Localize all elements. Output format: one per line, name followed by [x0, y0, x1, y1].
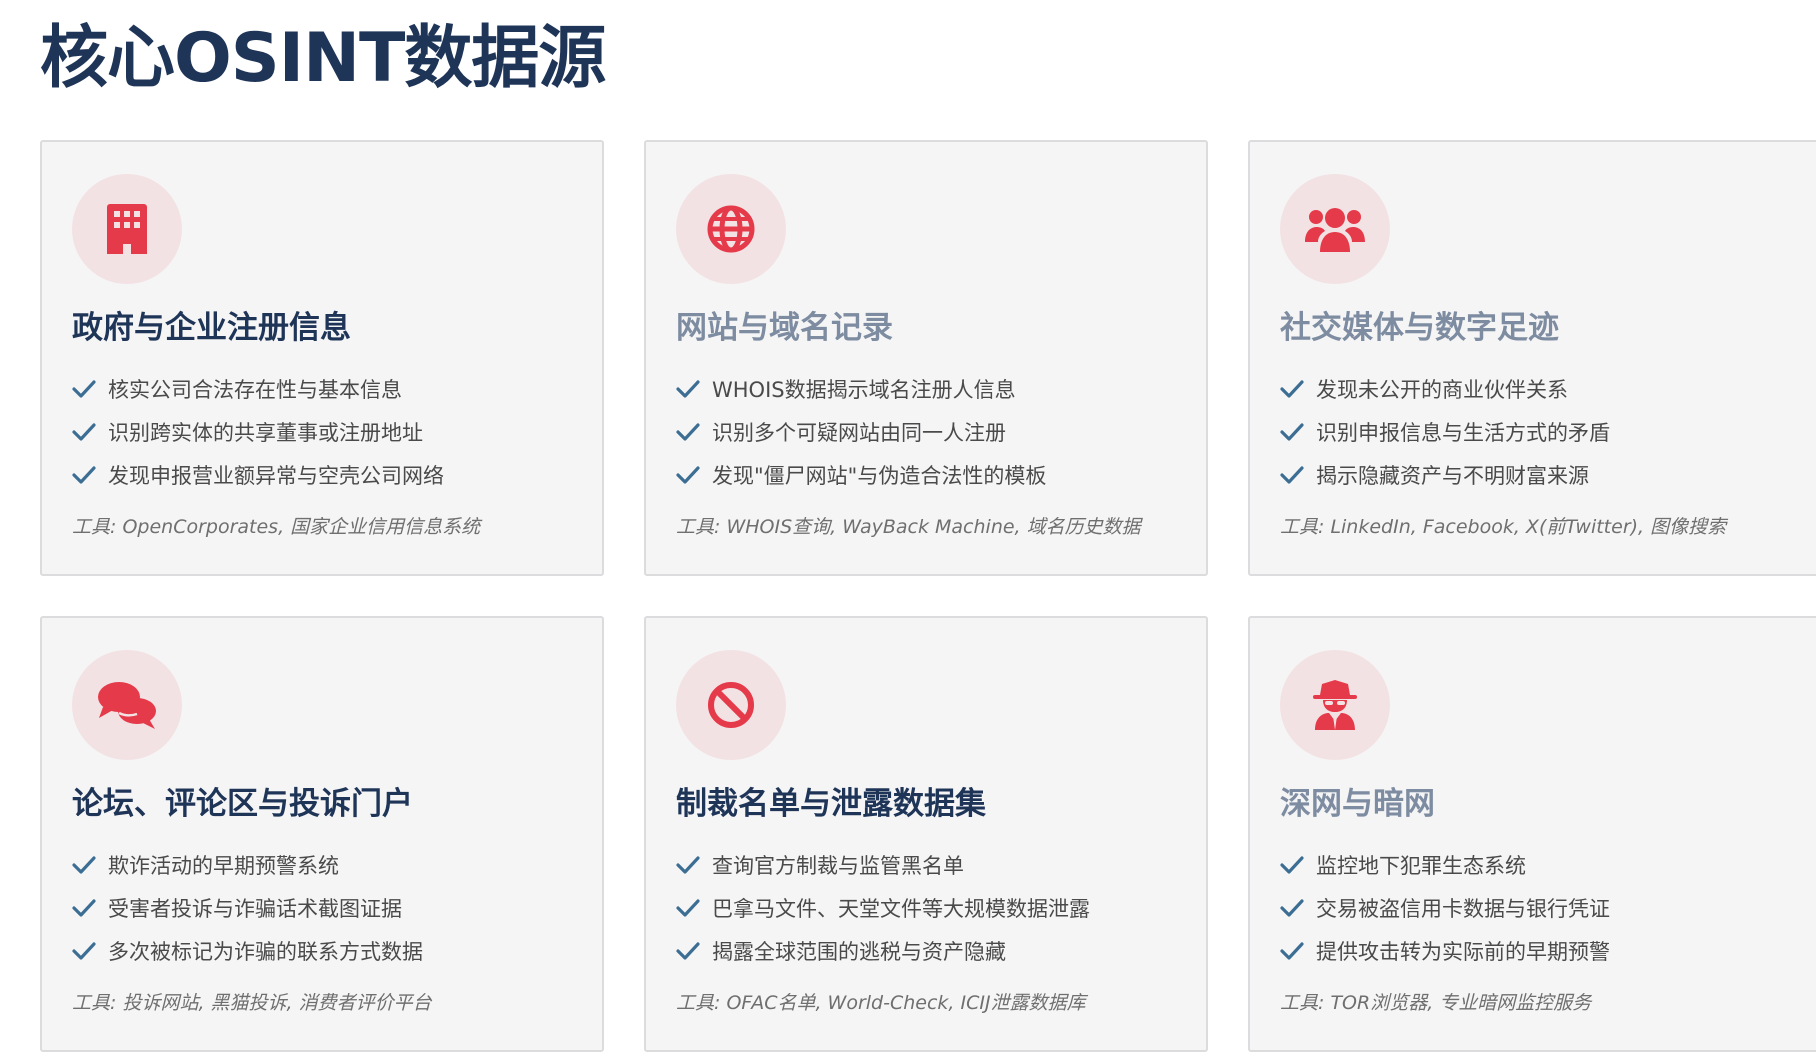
feature-text: 发现申报营业额异常与空壳公司网络 [108, 463, 444, 488]
check-icon [1280, 465, 1304, 484]
feature-text: 揭示隐藏资产与不明财富来源 [1316, 463, 1589, 488]
feature-item: 发现申报营业额异常与空壳公司网络 [72, 453, 444, 496]
feature-text: 查询官方制裁与监管黑名单 [712, 853, 964, 878]
card-deep-dark-web: 深网与暗网 监控地下犯罪生态系统 交易被盗信用卡数据与银行凭证 提供攻击转为实际… [1248, 616, 1816, 1052]
check-icon [72, 941, 96, 960]
feature-item: 揭露全球范围的逃税与资产隐藏 [676, 929, 1090, 972]
tools-note: 工具: 投诉网站, 黑猫投诉, 消费者评价平台 [72, 992, 432, 1014]
card-title: 制裁名单与泄露数据集 [676, 786, 986, 822]
users-icon [1305, 208, 1365, 252]
check-icon [676, 422, 700, 441]
check-icon [676, 941, 700, 960]
spy-icon-badge [1280, 650, 1390, 760]
feature-item: 交易被盗信用卡数据与银行凭证 [1280, 886, 1610, 929]
globe-icon-badge [676, 174, 786, 284]
check-icon [676, 855, 700, 874]
check-icon [72, 898, 96, 917]
card-title: 政府与企业注册信息 [72, 310, 351, 346]
check-icon [676, 898, 700, 917]
card-title: 网站与域名记录 [676, 310, 893, 346]
ban-icon [708, 682, 754, 728]
card-title: 论坛、评论区与投诉门户 [72, 786, 413, 822]
card-title: 社交媒体与数字足迹 [1280, 310, 1559, 346]
feature-list: WHOIS数据揭示域名注册人信息 识别多个可疑网站由同一人注册 发现"僵尸网站"… [676, 367, 1046, 496]
page-title: 核心OSINT数据源 [40, 19, 606, 98]
check-icon [72, 855, 96, 874]
check-icon [676, 465, 700, 484]
feature-text: 识别申报信息与生活方式的矛盾 [1316, 420, 1610, 445]
data-source-grid: 政府与企业注册信息 核实公司合法存在性与基本信息 识别跨实体的共享董事或注册地址… [40, 140, 1816, 1054]
comments-icon [98, 682, 156, 729]
comments-icon-badge [72, 650, 182, 760]
feature-item: 提供攻击转为实际前的早期预警 [1280, 929, 1610, 972]
card-sanctions-leaks: 制裁名单与泄露数据集 查询官方制裁与监管黑名单 巴拿马文件、天堂文件等大规模数据… [644, 616, 1208, 1052]
feature-text: WHOIS数据揭示域名注册人信息 [712, 377, 1016, 402]
feature-item: 发现"僵尸网站"与伪造合法性的模板 [676, 453, 1046, 496]
feature-text: 欺诈活动的早期预警系统 [108, 853, 339, 878]
feature-text: 揭露全球范围的逃税与资产隐藏 [712, 939, 1006, 964]
check-icon [1280, 422, 1304, 441]
feature-item: 发现未公开的商业伙伴关系 [1280, 367, 1610, 410]
feature-text: 提供攻击转为实际前的早期预警 [1316, 939, 1610, 964]
feature-text: 核实公司合法存在性与基本信息 [108, 377, 402, 402]
feature-item: 揭示隐藏资产与不明财富来源 [1280, 453, 1610, 496]
feature-item: 识别申报信息与生活方式的矛盾 [1280, 410, 1610, 453]
feature-item: WHOIS数据揭示域名注册人信息 [676, 367, 1046, 410]
card-social-media: 社交媒体与数字足迹 发现未公开的商业伙伴关系 识别申报信息与生活方式的矛盾 揭示… [1248, 140, 1816, 576]
feature-item: 欺诈活动的早期预警系统 [72, 843, 423, 886]
check-icon [1280, 941, 1304, 960]
tools-note: 工具: OpenCorporates, 国家企业信用信息系统 [72, 516, 481, 538]
feature-text: 发现"僵尸网站"与伪造合法性的模板 [712, 463, 1047, 488]
building-icon-badge [72, 174, 182, 284]
tools-note: 工具: OFAC名单, World-Check, ICIJ泄露数据库 [676, 992, 1086, 1014]
card-government-registry: 政府与企业注册信息 核实公司合法存在性与基本信息 识别跨实体的共享董事或注册地址… [40, 140, 604, 576]
feature-text: 多次被标记为诈骗的联系方式数据 [108, 939, 423, 964]
feature-text: 监控地下犯罪生态系统 [1316, 853, 1526, 878]
feature-text: 受害者投诉与诈骗话术截图证据 [108, 896, 402, 921]
check-icon [1280, 855, 1304, 874]
feature-list: 监控地下犯罪生态系统 交易被盗信用卡数据与银行凭证 提供攻击转为实际前的早期预警 [1280, 843, 1610, 972]
check-icon [72, 379, 96, 398]
tools-note: 工具: WHOIS查询, WayBack Machine, 域名历史数据 [676, 516, 1141, 538]
globe-icon [707, 205, 755, 253]
feature-text: 交易被盗信用卡数据与银行凭证 [1316, 896, 1610, 921]
feature-text: 巴拿马文件、天堂文件等大规模数据泄露 [712, 896, 1090, 921]
feature-item: 核实公司合法存在性与基本信息 [72, 367, 444, 410]
tools-note: 工具: TOR浏览器, 专业暗网监控服务 [1280, 992, 1592, 1014]
check-icon [676, 379, 700, 398]
check-icon [1280, 898, 1304, 917]
feature-item: 受害者投诉与诈骗话术截图证据 [72, 886, 423, 929]
check-icon [72, 422, 96, 441]
tools-note: 工具: LinkedIn, Facebook, X(前Twitter), 图像搜… [1280, 516, 1727, 538]
feature-list: 查询官方制裁与监管黑名单 巴拿马文件、天堂文件等大规模数据泄露 揭露全球范围的逃… [676, 843, 1090, 972]
feature-list: 核实公司合法存在性与基本信息 识别跨实体的共享董事或注册地址 发现申报营业额异常… [72, 367, 444, 496]
feature-list: 发现未公开的商业伙伴关系 识别申报信息与生活方式的矛盾 揭示隐藏资产与不明财富来… [1280, 367, 1610, 496]
feature-text: 识别多个可疑网站由同一人注册 [712, 420, 1006, 445]
users-icon-badge [1280, 174, 1390, 284]
feature-item: 识别跨实体的共享董事或注册地址 [72, 410, 444, 453]
feature-item: 查询官方制裁与监管黑名单 [676, 843, 1090, 886]
feature-item: 监控地下犯罪生态系统 [1280, 843, 1610, 886]
building-icon [107, 204, 147, 254]
card-forums-complaints: 论坛、评论区与投诉门户 欺诈活动的早期预警系统 受害者投诉与诈骗话术截图证据 多… [40, 616, 604, 1052]
card-website-domain: 网站与域名记录 WHOIS数据揭示域名注册人信息 识别多个可疑网站由同一人注册 … [644, 140, 1208, 576]
spy-icon [1313, 680, 1357, 730]
feature-item: 识别多个可疑网站由同一人注册 [676, 410, 1046, 453]
feature-item: 巴拿马文件、天堂文件等大规模数据泄露 [676, 886, 1090, 929]
feature-text: 发现未公开的商业伙伴关系 [1316, 377, 1568, 402]
ban-icon-badge [676, 650, 786, 760]
feature-text: 识别跨实体的共享董事或注册地址 [108, 420, 423, 445]
check-icon [72, 465, 96, 484]
feature-list: 欺诈活动的早期预警系统 受害者投诉与诈骗话术截图证据 多次被标记为诈骗的联系方式… [72, 843, 423, 972]
check-icon [1280, 379, 1304, 398]
feature-item: 多次被标记为诈骗的联系方式数据 [72, 929, 423, 972]
card-title: 深网与暗网 [1280, 786, 1435, 822]
